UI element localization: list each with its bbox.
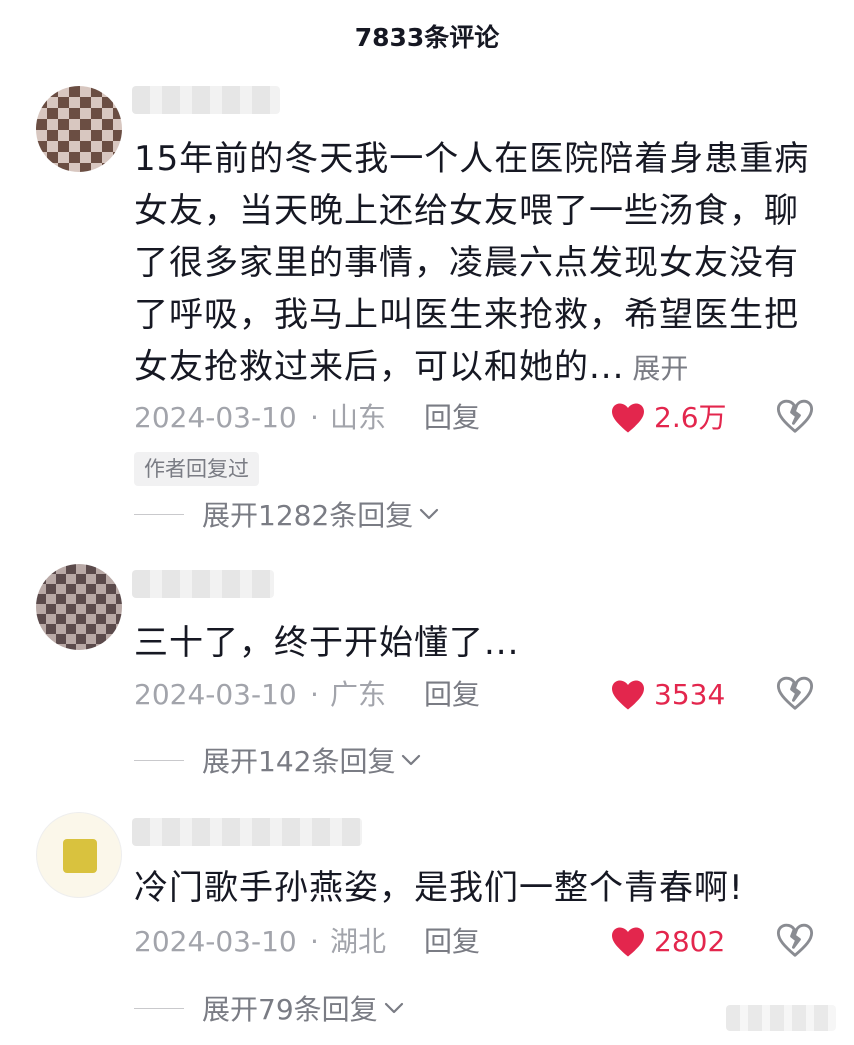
expand-replies-button[interactable]: 展开79条回复	[134, 988, 404, 1028]
username-blurred[interactable]	[132, 86, 280, 114]
comment-body: 15年前的冬天我一个人在医院陪着身患重病女友，当天晚上还给女友喂了一些汤食，聊了…	[134, 139, 810, 387]
chevron-down-icon	[384, 1002, 403, 1014]
chevron-down-icon	[420, 508, 439, 520]
expand-replies-button[interactable]: 展开142条回复	[134, 740, 421, 780]
comment-date: 2024-03-10	[134, 678, 297, 711]
expand-replies-label: 展开1282条回复	[202, 499, 414, 532]
chevron-down-icon	[402, 754, 421, 766]
username-blurred[interactable]	[132, 818, 362, 846]
meta-separator: ·	[310, 401, 319, 434]
heart-icon	[612, 403, 644, 433]
expand-replies-label: 展开142条回复	[202, 745, 396, 778]
comment-date: 2024-03-10	[134, 925, 297, 958]
divider-line	[134, 759, 184, 761]
meta-separator: ·	[310, 925, 319, 958]
comment-date: 2024-03-10	[134, 401, 297, 434]
heart-icon	[612, 927, 644, 957]
expand-text-button[interactable]: 展开	[632, 352, 688, 385]
author-replied-badge: 作者回复过	[134, 452, 259, 486]
comment-location: 山东	[330, 401, 387, 434]
reply-button[interactable]: 回复	[424, 675, 480, 715]
watermark-blurred	[726, 1005, 836, 1031]
like-count: 3534	[654, 678, 726, 711]
like-button[interactable]: 3534	[610, 675, 725, 715]
expand-replies-button[interactable]: 展开1282条回复	[134, 494, 439, 534]
comment-text: 冷门歌手孙燕姿，是我们一整个青春啊!	[134, 862, 824, 914]
like-count: 2.6万	[654, 401, 727, 434]
meta-separator: ·	[310, 678, 319, 711]
comment-text: 15年前的冬天我一个人在医院陪着身患重病女友，当天晚上还给女友喂了一些汤食，聊了…	[134, 133, 824, 395]
reply-button[interactable]: 回复	[424, 398, 480, 438]
comment-body: 冷门歌手孙燕姿，是我们一整个青春啊!	[134, 868, 744, 908]
comments-count-title: 7833条评论	[354, 23, 500, 52]
comment-body: 三十了，终于开始懂了...	[134, 623, 520, 663]
comment-meta: 2024-03-10 · 山东 回复 2.6万	[134, 398, 824, 438]
avatar[interactable]	[36, 564, 122, 650]
username-blurred[interactable]	[132, 570, 274, 598]
comment-meta: 2024-03-10 · 广东 回复 3534	[134, 675, 824, 715]
broken-heart-icon[interactable]	[776, 398, 814, 436]
avatar[interactable]	[36, 86, 122, 172]
like-button[interactable]: 2.6万	[610, 398, 727, 438]
reply-button[interactable]: 回复	[424, 922, 480, 962]
like-button[interactable]: 2802	[610, 922, 725, 962]
broken-heart-icon[interactable]	[776, 675, 814, 713]
avatar[interactable]	[36, 812, 122, 898]
comment-meta: 2024-03-10 · 湖北 回复 2802	[134, 922, 824, 962]
divider-line	[134, 513, 184, 515]
like-count: 2802	[654, 925, 726, 958]
expand-replies-label: 展开79条回复	[202, 993, 378, 1026]
heart-icon	[612, 680, 644, 710]
broken-heart-icon[interactable]	[776, 922, 814, 960]
comment-text: 三十了，终于开始懂了...	[134, 617, 824, 669]
divider-line	[134, 1007, 184, 1009]
comment-location: 广东	[330, 678, 387, 711]
avatar-image	[63, 839, 97, 873]
comment-location: 湖北	[330, 925, 387, 958]
